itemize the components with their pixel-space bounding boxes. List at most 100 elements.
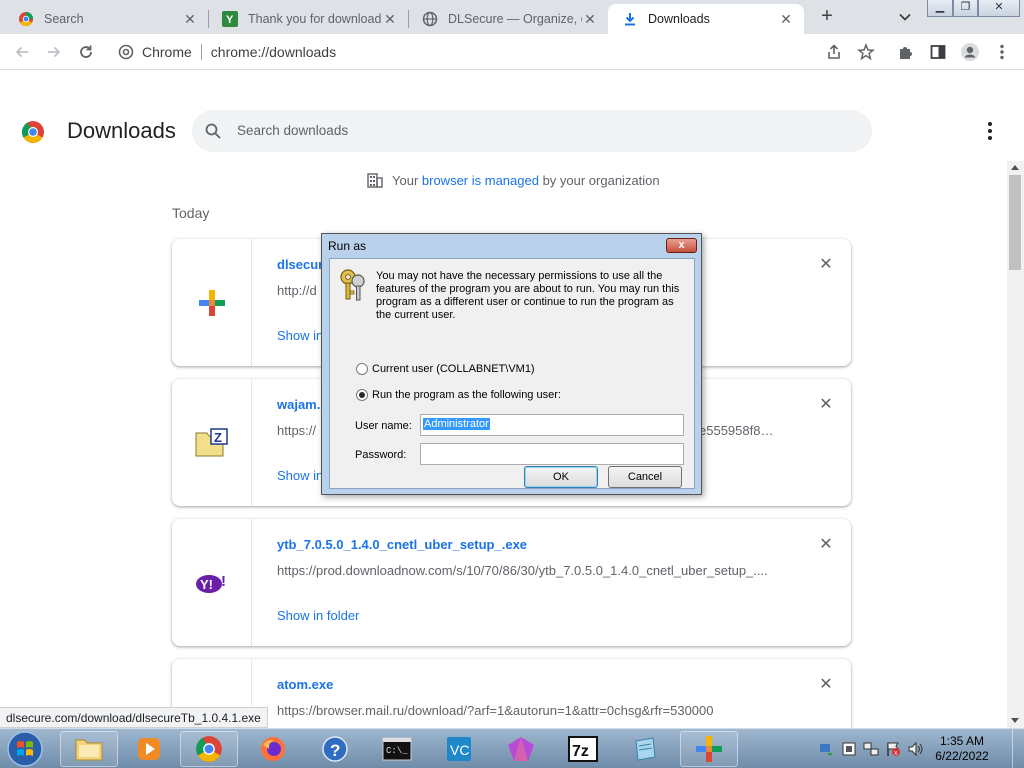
file-url[interactable]: https://browser.mail.ru/download/?arf=1&…	[277, 703, 777, 718]
network-share-icon[interactable]	[819, 741, 835, 757]
username-field[interactable]: Administrator	[420, 414, 684, 436]
show-in-folder-link[interactable]: Show in folder	[277, 608, 359, 623]
more-actions-icon[interactable]	[980, 120, 1000, 142]
svg-text:Z: Z	[214, 430, 222, 445]
radio-other-user[interactable]	[356, 389, 368, 401]
share-icon[interactable]	[824, 42, 844, 62]
download-card: Y!! ytb_7.0.5.0_1.4.0_cnetl_uber_setup_.…	[172, 519, 851, 646]
dialog-message: You may not have the necessary permissio…	[376, 270, 680, 321]
downloads-header: Downloads Search downloads	[0, 101, 1024, 161]
taskbar-firefox[interactable]	[244, 731, 302, 767]
taskbar-cmd[interactable]: C:\_	[368, 731, 426, 767]
back-icon[interactable]	[12, 42, 32, 62]
svg-text:Y!: Y!	[200, 577, 213, 592]
show-in-folder-link[interactable]: Show in	[277, 328, 323, 343]
taskbar-gem-app[interactable]	[492, 731, 550, 767]
yahoo-file-icon: Y!!	[195, 573, 226, 593]
current-user-option[interactable]: Current user (COLLABNET\VM1)	[356, 363, 535, 375]
run-as-dialog: Run as x You may not have the necessary …	[321, 233, 702, 495]
windows-tray-icon[interactable]	[841, 741, 857, 757]
file-icon-cell: Y!!	[172, 519, 252, 646]
svg-text:VC: VC	[450, 742, 469, 758]
site-chip: Chrome	[110, 44, 192, 60]
browser-menu-icon[interactable]	[992, 42, 1012, 62]
cancel-button[interactable]: Cancel	[608, 466, 682, 488]
reload-icon[interactable]	[76, 42, 96, 62]
new-tab-button[interactable]: +	[816, 6, 838, 28]
taskbar-explorer[interactable]	[60, 731, 118, 767]
command-prompt-icon: C:\_	[382, 737, 412, 761]
search-downloads-input[interactable]: Search downloads	[192, 110, 872, 152]
password-label: Password:	[355, 449, 407, 461]
tab-dlsecure[interactable]: DLSecure — Organize, co ✕	[408, 4, 608, 34]
tab-search[interactable]: Search ✕	[4, 4, 208, 34]
firefox-icon	[261, 737, 285, 761]
show-in-folder-link[interactable]: Show in	[277, 468, 323, 483]
scroll-up-icon[interactable]	[1011, 165, 1019, 170]
site-label: Chrome	[142, 44, 192, 60]
remove-download-icon[interactable]: ✕	[818, 397, 834, 413]
ok-button[interactable]: OK	[524, 466, 598, 488]
managed-link[interactable]: browser is managed	[422, 173, 539, 188]
chrome-taskbar-icon	[196, 736, 222, 762]
scrollbar-thumb[interactable]	[1009, 175, 1021, 270]
password-field[interactable]	[420, 443, 684, 465]
chrome-logo-icon	[22, 121, 44, 143]
close-tab-icon[interactable]: ✕	[582, 11, 598, 27]
radio-current-user[interactable]	[356, 363, 368, 375]
show-desktop-button[interactable]	[1012, 729, 1024, 768]
taskbar-notepad[interactable]	[616, 731, 674, 767]
chrome-site-icon	[118, 44, 134, 60]
remove-download-icon[interactable]: ✕	[818, 257, 834, 273]
extensions-icon[interactable]	[896, 42, 916, 62]
taskbar-vscode[interactable]: VC	[430, 731, 488, 767]
file-name-link[interactable]: ytb_7.0.5.0_1.4.0_cnetl_uber_setup_.exe	[277, 537, 527, 552]
tab-thank-you[interactable]: Y Thank you for downloadi ✕	[208, 4, 408, 34]
remove-download-icon[interactable]: ✕	[818, 677, 834, 693]
clock-date: 6/22/2022	[935, 749, 989, 763]
scroll-down-icon[interactable]	[1011, 718, 1019, 723]
close-tab-icon[interactable]: ✕	[182, 11, 198, 27]
close-tab-icon[interactable]: ✕	[382, 11, 398, 27]
close-tab-icon[interactable]: ✕	[778, 11, 794, 27]
tab-downloads[interactable]: Downloads ✕	[608, 4, 804, 34]
address-bar[interactable]: Chrome chrome://downloads	[110, 39, 890, 65]
green-y-icon: Y	[222, 11, 238, 27]
window-close-button[interactable]: ✕	[978, 0, 1020, 17]
svg-text:Y: Y	[226, 14, 234, 26]
keys-icon	[340, 269, 365, 301]
network-icon[interactable]	[863, 741, 879, 757]
taskbar-7zip[interactable]: 7z	[554, 731, 612, 767]
start-button-icon[interactable]	[4, 730, 46, 768]
tab-search-chevron-icon[interactable]	[896, 8, 914, 26]
dialog-close-button[interactable]: x	[666, 238, 697, 253]
taskbar-media-player[interactable]	[120, 731, 178, 767]
minimize-button[interactable]: ▁	[927, 0, 953, 17]
side-panel-icon[interactable]	[928, 42, 948, 62]
file-icon-cell: Z	[172, 379, 252, 506]
taskbar-dlsecure[interactable]	[680, 731, 738, 767]
profile-avatar-icon[interactable]	[960, 42, 980, 62]
taskbar-chrome[interactable]	[180, 731, 238, 767]
file-name-link[interactable]: wajam.z	[277, 397, 327, 412]
file-icon-cell	[172, 239, 252, 366]
forward-icon[interactable]	[44, 42, 64, 62]
tab-strip: Search ✕ Y Thank you for downloadi ✕ DLS…	[0, 0, 1024, 34]
file-url[interactable]: https://prod.downloadnow.com/s/10/70/86/…	[277, 563, 777, 578]
system-clock[interactable]: 1:35 AM 6/22/2022	[919, 734, 1005, 764]
url-text[interactable]: chrome://downloads	[211, 44, 336, 60]
media-player-icon	[138, 738, 160, 760]
taskbar-help[interactable]: ?	[306, 731, 364, 767]
managed-notice: Your browser is managed by your organiza…	[366, 171, 660, 189]
browser-toolbar: Chrome chrome://downloads	[0, 34, 1024, 70]
restore-button[interactable]: ❐	[953, 0, 978, 17]
page-scrollbar[interactable]	[1007, 161, 1024, 728]
other-user-option[interactable]: Run the program as the following user:	[356, 389, 561, 401]
svg-text:?: ?	[330, 741, 340, 760]
bookmark-star-icon[interactable]	[856, 42, 876, 62]
action-center-flag-icon[interactable]: x	[885, 741, 901, 757]
managed-prefix: Your	[392, 172, 422, 188]
other-user-label: Run the program as the following user:	[372, 389, 561, 401]
remove-download-icon[interactable]: ✕	[818, 537, 834, 553]
file-name-link[interactable]: atom.exe	[277, 677, 333, 692]
